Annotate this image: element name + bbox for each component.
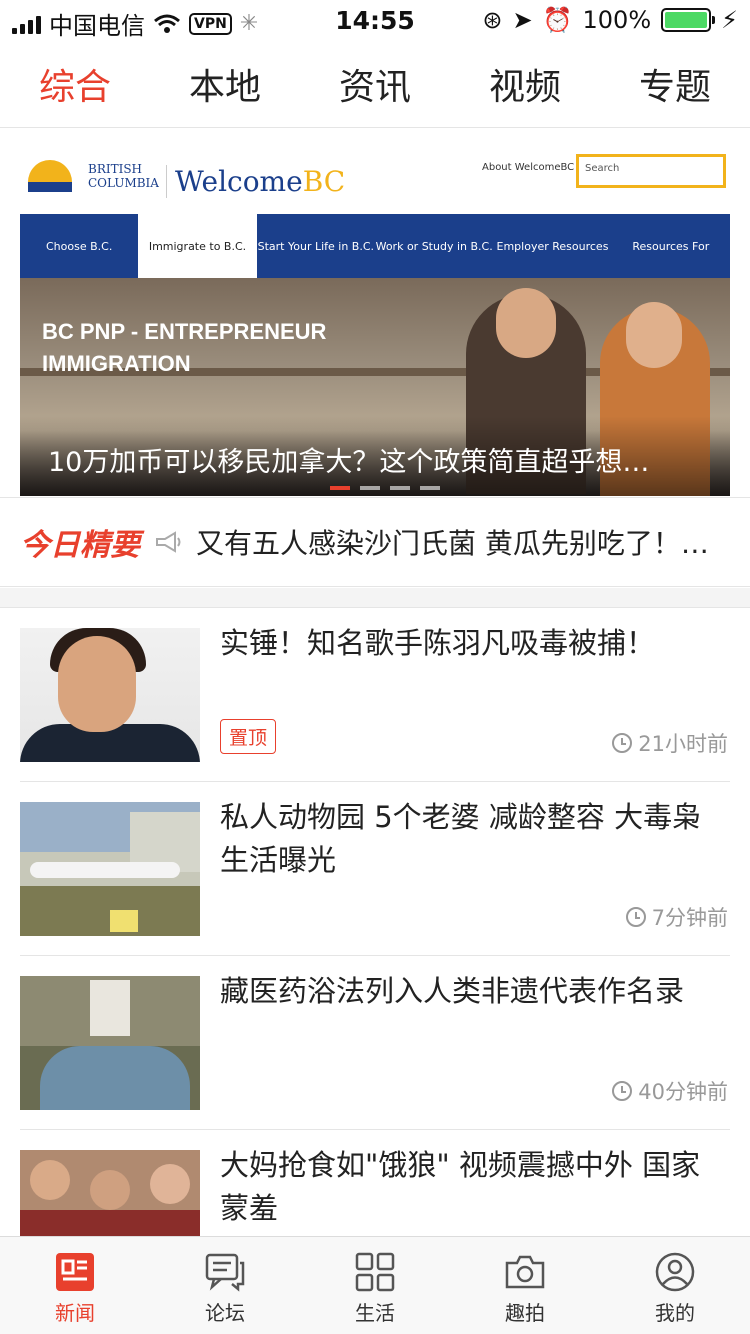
banner-search-box: Search (576, 154, 726, 188)
user-icon (655, 1252, 695, 1292)
tab-local[interactable]: 本地 (150, 40, 300, 127)
alarm-icon: ⏰ (542, 6, 573, 34)
news-time: 21小时前 (638, 732, 728, 756)
forum-icon (205, 1253, 245, 1292)
news-icon (56, 1253, 94, 1291)
banner-carousel[interactable]: BRITISH COLUMBIA WelcomeBC About Welcome… (20, 148, 730, 496)
bottom-tab-forum[interactable]: 论坛 (150, 1237, 300, 1334)
tab-news[interactable]: 资讯 (300, 40, 450, 127)
battery-percent: 100% (582, 6, 652, 34)
category-tabs: 综合 本地 资讯 视频 专题 (0, 40, 750, 128)
news-thumbnail (20, 628, 200, 762)
banner-site-nav: Choose B.C. Immigrate to B.C. Start Your… (20, 214, 730, 278)
carousel-dot (420, 486, 440, 490)
bottom-tab-bar: 新闻 论坛 生活 趣拍 我的 (0, 1236, 750, 1334)
news-thumbnail (20, 802, 200, 936)
clock-icon (612, 733, 633, 753)
carousel-dot (390, 486, 410, 490)
banner-caption: 10万加币可以移民加拿大？这个政策简直超乎想… (48, 447, 650, 478)
news-thumbnail (20, 976, 200, 1110)
news-title: 大妈抢食如"饿狼" 视频震撼中外 国家蒙羞 (220, 1148, 701, 1225)
banner-photo-text: BC PNP - ENTREPRENEUR IMMIGRATION (42, 319, 327, 376)
bc-logo: BRITISH COLUMBIA (26, 156, 159, 206)
megaphone-icon (154, 528, 182, 556)
carousel-dot (330, 486, 350, 490)
news-time: 7分钟前 (651, 906, 728, 930)
today-headline[interactable]: 又有五人感染沙门氏菌 黄瓜先别吃了！… (196, 522, 716, 562)
news-title: 藏医药浴法列入人类非遗代表作名录 (220, 974, 685, 1008)
pinned-badge: 置顶 (220, 719, 277, 754)
tab-topics[interactable]: 专题 (600, 40, 750, 127)
news-item[interactable]: 藏医药浴法列入人类非遗代表作名录 40分钟前 (20, 956, 730, 1130)
rotation-lock-icon: ⊛ (482, 6, 503, 34)
today-label: 今日精要 (20, 528, 140, 563)
bottom-tab-news[interactable]: 新闻 (0, 1237, 150, 1334)
clock-icon (612, 1081, 633, 1101)
news-time: 40分钟前 (638, 1080, 728, 1104)
news-item[interactable]: 私人动物园 5个老婆 减龄整容 大毒枭生活曝光 7分钟前 (20, 782, 730, 956)
news-title: 实锤！知名歌手陈羽凡吸毒被捕！ (220, 626, 656, 660)
today-highlight[interactable]: 今日精要 又有五人感染沙门氏菌 黄瓜先别吃了！… (0, 497, 750, 587)
battery-icon (661, 8, 716, 32)
carousel-indicator (330, 486, 440, 490)
status-bar: 中国电信 VPN ✳ 14:55 ⊛ ➤ ⏰ 100% ⚡ (0, 0, 750, 40)
camera-icon (505, 1255, 545, 1289)
news-title: 私人动物园 5个老婆 减龄整容 大毒枭生活曝光 (220, 800, 702, 877)
grid-icon (355, 1252, 395, 1292)
tab-zonghe[interactable]: 综合 (0, 40, 150, 127)
bottom-tab-photo[interactable]: 趣拍 (450, 1237, 600, 1334)
bottom-tab-me[interactable]: 我的 (600, 1237, 750, 1334)
tab-video[interactable]: 视频 (450, 40, 600, 127)
clock-icon (625, 907, 646, 927)
bottom-tab-life[interactable]: 生活 (300, 1237, 450, 1334)
carousel-dot (360, 486, 380, 490)
location-icon: ➤ (512, 6, 533, 34)
charging-icon: ⚡ (721, 6, 738, 34)
site-name: WelcomeBC (166, 164, 345, 198)
about-link: About WelcomeBC (482, 162, 575, 173)
news-item[interactable]: 实锤！知名歌手陈羽凡吸毒被捕！ 置顶 21小时前 (20, 608, 730, 782)
